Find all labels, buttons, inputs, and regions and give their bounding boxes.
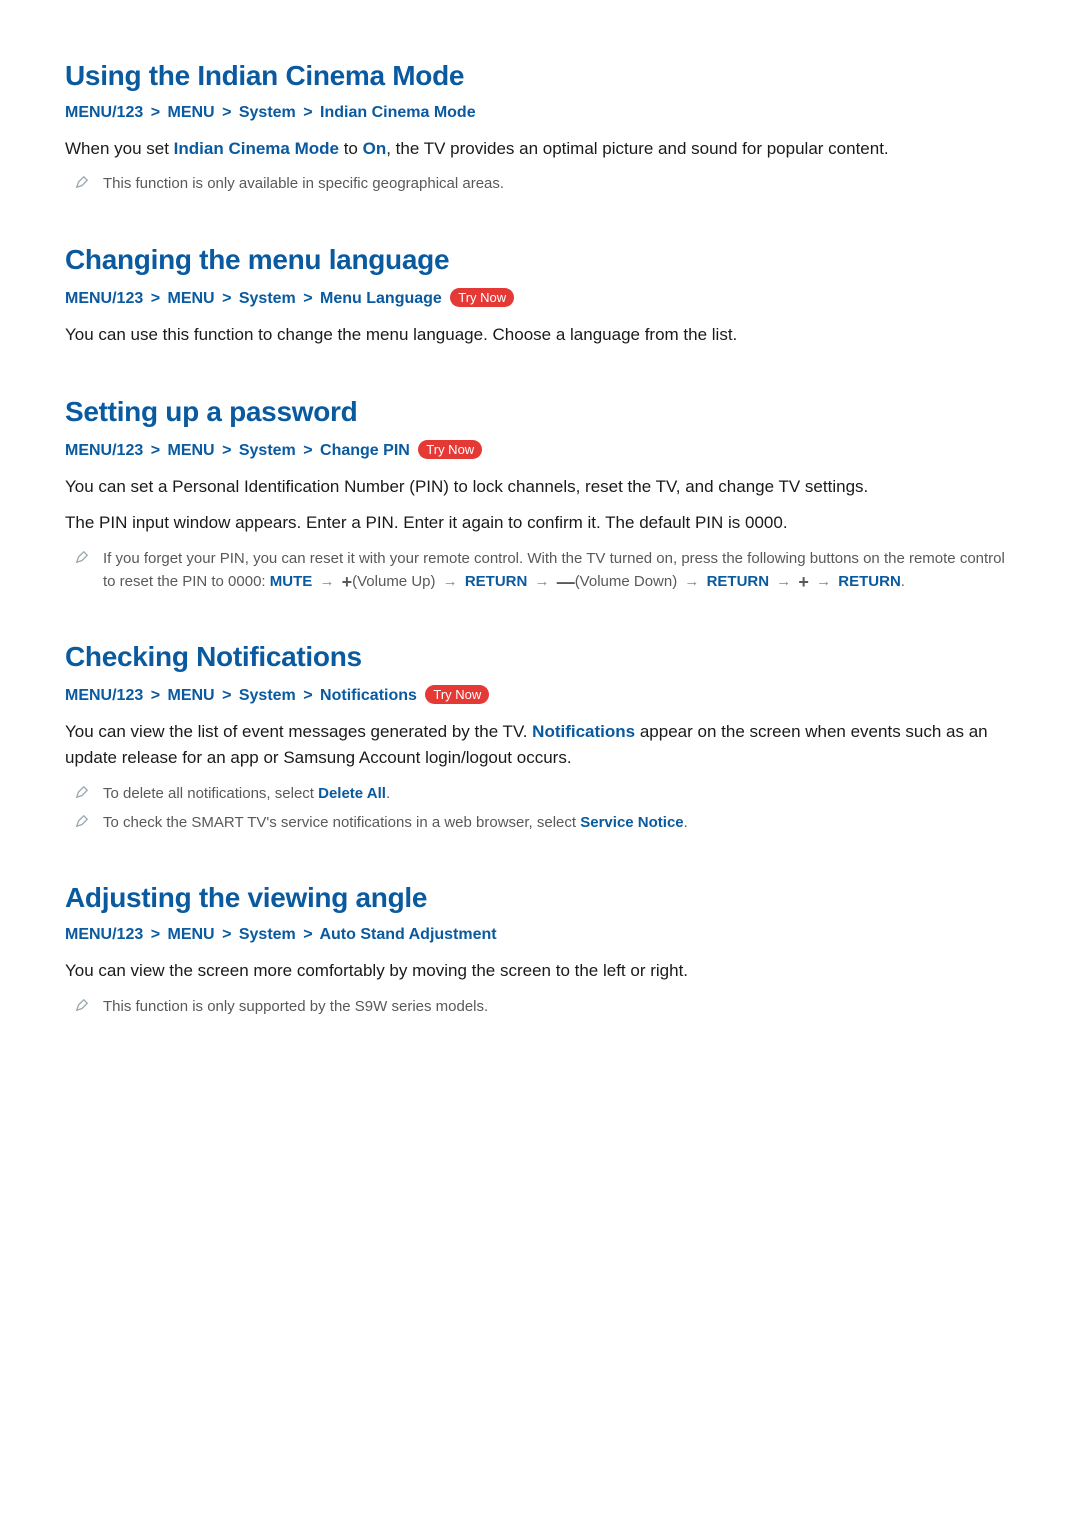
breadcrumb-item: MENU [168, 687, 215, 704]
note-row: If you forget your PIN, you can reset it… [65, 547, 1015, 594]
body-text: The PIN input window appears. Enter a PI… [65, 510, 1015, 536]
note-text: If you forget your PIN, you can reset it… [103, 547, 1015, 594]
breadcrumb-item: MENU [168, 442, 215, 459]
note-row: This function is only supported by the S… [65, 995, 1015, 1018]
pen-icon [75, 175, 89, 189]
breadcrumb: MENU/123 > MENU > System > Indian Cinema… [65, 104, 1015, 122]
chevron-right-icon: > [222, 104, 231, 122]
chevron-right-icon: > [151, 926, 160, 944]
section-menu-language: Changing the menu language MENU/123 > ME… [65, 244, 1015, 348]
chevron-right-icon: > [303, 687, 312, 705]
emphasis: RETURN [707, 573, 770, 590]
plus-icon: + [342, 573, 353, 591]
breadcrumb: MENU/123 > MENU > System > Auto Stand Ad… [65, 926, 1015, 944]
breadcrumb-item: System [239, 687, 296, 704]
breadcrumb-item: Auto Stand Adjustment [319, 926, 496, 943]
emphasis: On [363, 139, 387, 158]
section-viewing-angle: Adjusting the viewing angle MENU/123 > M… [65, 882, 1015, 1018]
heading: Checking Notifications [65, 641, 1015, 673]
chevron-right-icon: > [303, 290, 312, 308]
breadcrumb-item: System [239, 926, 296, 943]
try-now-badge[interactable]: Try Now [418, 440, 482, 459]
breadcrumb-item: MENU/123 [65, 104, 143, 121]
arrow-right-icon: → [443, 573, 458, 590]
section-password: Setting up a password MENU/123 > MENU > … [65, 396, 1015, 593]
pen-icon [75, 785, 89, 799]
note-text: To delete all notifications, select Dele… [103, 782, 390, 805]
breadcrumb: MENU/123 > MENU > System > Menu Language… [65, 288, 1015, 308]
breadcrumb-item: MENU/123 [65, 442, 143, 459]
pen-icon [75, 550, 89, 564]
try-now-badge[interactable]: Try Now [450, 288, 514, 307]
breadcrumb-item: MENU/123 [65, 926, 143, 943]
body-text: You can view the list of event messages … [65, 719, 1015, 772]
body-text: When you set Indian Cinema Mode to On, t… [65, 136, 1015, 162]
note-text: This function is only available in speci… [103, 172, 504, 195]
heading: Changing the menu language [65, 244, 1015, 276]
chevron-right-icon: > [222, 290, 231, 308]
arrow-right-icon: → [535, 573, 550, 590]
heading: Adjusting the viewing angle [65, 882, 1015, 914]
arrow-right-icon: → [816, 573, 831, 590]
note-row: This function is only available in speci… [65, 172, 1015, 195]
heading: Using the Indian Cinema Mode [65, 60, 1015, 92]
breadcrumb-item: Change PIN [320, 442, 410, 459]
breadcrumb-item: MENU [168, 290, 215, 307]
breadcrumb-item: MENU/123 [65, 687, 143, 704]
plus-icon: + [798, 573, 809, 591]
breadcrumb-item: MENU/123 [65, 290, 143, 307]
chevron-right-icon: > [303, 442, 312, 460]
body-text: You can view the screen more comfortably… [65, 958, 1015, 984]
minus-icon: — [557, 573, 575, 591]
chevron-right-icon: > [222, 442, 231, 460]
chevron-right-icon: > [151, 104, 160, 122]
arrow-right-icon: → [319, 573, 334, 590]
breadcrumb-item: System [239, 442, 296, 459]
chevron-right-icon: > [151, 442, 160, 460]
breadcrumb: MENU/123 > MENU > System > Notifications… [65, 685, 1015, 705]
note-text: This function is only supported by the S… [103, 995, 488, 1018]
breadcrumb-item: Indian Cinema Mode [320, 104, 476, 121]
chevron-right-icon: > [151, 290, 160, 308]
emphasis: MUTE [270, 573, 313, 590]
breadcrumb-item: Menu Language [320, 290, 442, 307]
chevron-right-icon: > [222, 687, 231, 705]
arrow-right-icon: → [684, 573, 699, 590]
emphasis: RETURN [838, 573, 901, 590]
arrow-right-icon: → [776, 573, 791, 590]
breadcrumb-item: System [239, 104, 296, 121]
breadcrumb-item: MENU [168, 104, 215, 121]
chevron-right-icon: > [303, 926, 312, 944]
try-now-badge[interactable]: Try Now [425, 685, 489, 704]
body-text: You can set a Personal Identification Nu… [65, 474, 1015, 500]
breadcrumb-item: MENU [168, 926, 215, 943]
emphasis: Notifications [532, 722, 635, 741]
breadcrumb-item: System [239, 290, 296, 307]
heading: Setting up a password [65, 396, 1015, 428]
emphasis: Service Notice [580, 814, 683, 831]
note-row: To delete all notifications, select Dele… [65, 782, 1015, 805]
note-text: To check the SMART TV's service notifica… [103, 811, 688, 834]
section-notifications: Checking Notifications MENU/123 > MENU >… [65, 641, 1015, 834]
pen-icon [75, 998, 89, 1012]
chevron-right-icon: > [222, 926, 231, 944]
emphasis: Delete All [318, 785, 386, 802]
section-indian-cinema: Using the Indian Cinema Mode MENU/123 > … [65, 60, 1015, 196]
emphasis: RETURN [465, 573, 528, 590]
note-row: To check the SMART TV's service notifica… [65, 811, 1015, 834]
chevron-right-icon: > [151, 687, 160, 705]
breadcrumb-item: Notifications [320, 687, 417, 704]
emphasis: Indian Cinema Mode [174, 139, 339, 158]
body-text: You can use this function to change the … [65, 322, 1015, 348]
pen-icon [75, 814, 89, 828]
chevron-right-icon: > [303, 104, 312, 122]
breadcrumb: MENU/123 > MENU > System > Change PIN Tr… [65, 440, 1015, 460]
